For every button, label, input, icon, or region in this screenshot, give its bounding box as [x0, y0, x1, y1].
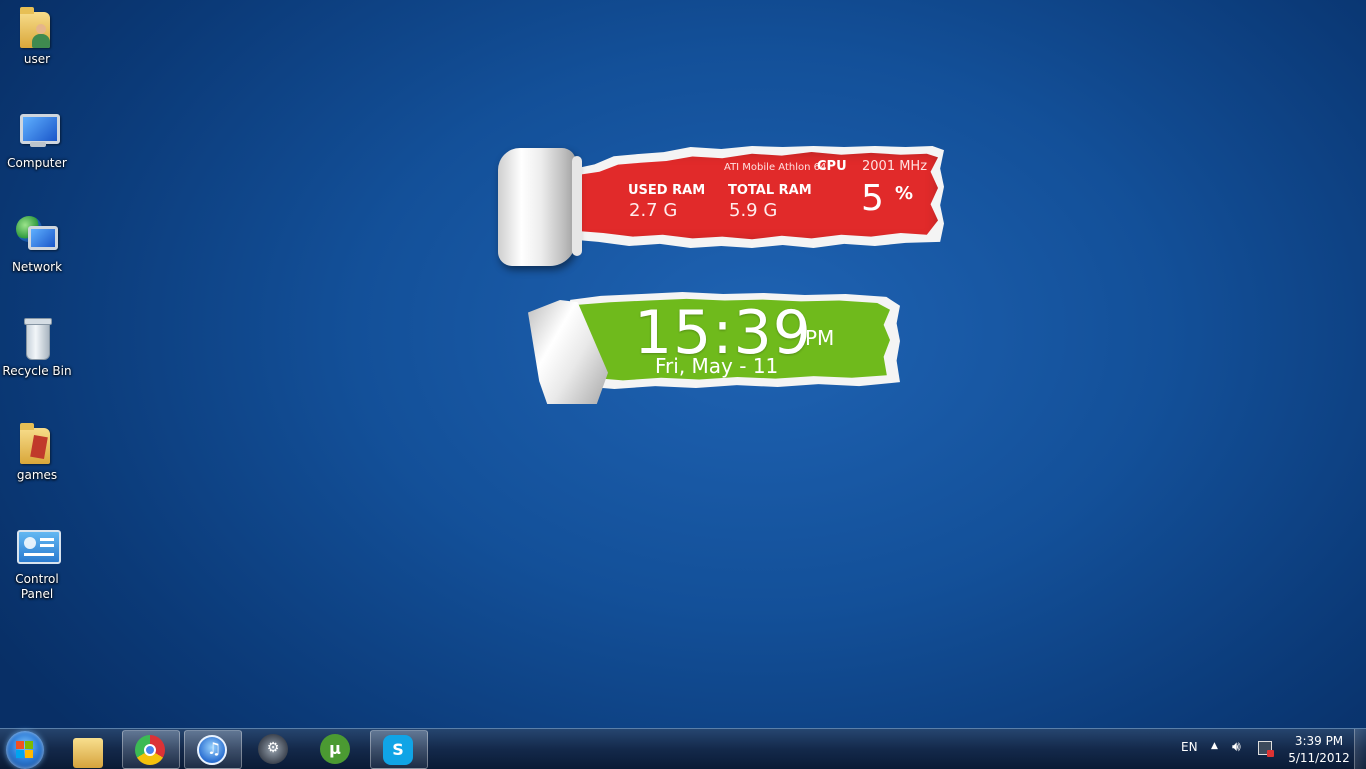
- cpu-usage-value: 5: [861, 178, 884, 219]
- clock-date: Fri, May - 11: [655, 354, 779, 378]
- desktop-icon-control-panel[interactable]: Control Panel: [2, 526, 72, 602]
- used-ram-value: 2.7 G: [629, 200, 678, 221]
- steam-icon: ⚙: [258, 734, 288, 764]
- desktop-icon-computer[interactable]: Computer: [2, 110, 72, 171]
- recycle-bin-icon: [16, 318, 58, 362]
- desktop-icon-label: Recycle Bin: [2, 364, 72, 378]
- windows-start-icon[interactable]: [6, 731, 44, 769]
- desktop-icon-games[interactable]: games: [2, 422, 72, 483]
- taskbar-explorer-button[interactable]: [61, 730, 117, 768]
- show-desktop-button[interactable]: [1354, 729, 1366, 769]
- tray-clock-date[interactable]: 5/11/2012: [1284, 751, 1354, 765]
- taskbar-steam-button[interactable]: ⚙: [246, 730, 302, 767]
- control-panel-icon: [16, 526, 61, 570]
- used-ram-label: USED RAM: [628, 183, 706, 198]
- taskbar-skype-button[interactable]: S: [370, 730, 428, 769]
- cpu-label: CPU: [817, 159, 847, 174]
- network-status-icon[interactable]: [1258, 741, 1274, 757]
- language-indicator[interactable]: EN: [1181, 740, 1198, 754]
- itunes-icon: ♫: [197, 735, 227, 765]
- desktop-icon-user[interactable]: user: [2, 6, 72, 67]
- network-icon: [16, 214, 58, 258]
- cpu-frequency: 2001 MHz: [862, 159, 928, 174]
- total-ram-value: 5.9 G: [729, 200, 778, 221]
- desktop-icon-recycle-bin[interactable]: Recycle Bin: [2, 318, 72, 379]
- taskbar-itunes-button[interactable]: ♫: [184, 730, 242, 769]
- desktop-icon-label: games: [16, 468, 58, 482]
- user-folder-icon: [16, 6, 58, 50]
- taskbar-utorrent-button[interactable]: µ: [308, 730, 364, 767]
- computer-icon: [16, 110, 60, 154]
- desktop-icon-network[interactable]: Network: [2, 214, 72, 275]
- folder-icon: [16, 422, 58, 466]
- cpu-name: ATI Mobile Athlon 64: [724, 162, 827, 173]
- chrome-icon: [135, 735, 165, 765]
- show-hidden-icons-arrow-icon[interactable]: ▲: [1211, 741, 1218, 751]
- taskbar-chrome-button[interactable]: [122, 730, 180, 769]
- taskbar: ♫ ⚙ µ S EN ▲ 🔊︎ 3:39 PM 5/11/2012: [0, 728, 1366, 769]
- tray-clock-time[interactable]: 3:39 PM: [1284, 734, 1354, 748]
- desktop-icon-label: Computer: [7, 156, 67, 170]
- desktop-icon-label: Network: [11, 260, 63, 274]
- folder-icon: [73, 738, 103, 768]
- utorrent-icon: µ: [320, 734, 350, 764]
- paper-roll-graphic: [498, 148, 582, 266]
- total-ram-label: TOTAL RAM: [728, 183, 812, 198]
- cpu-usage-unit: %: [895, 183, 914, 204]
- skype-icon: S: [383, 735, 413, 765]
- volume-icon[interactable]: 🔊︎: [1232, 739, 1241, 755]
- clock-ampm: PM: [805, 326, 835, 350]
- desktop-icon-label: user: [23, 52, 51, 66]
- desktop: user Computer Network Recycle Bin games …: [0, 0, 1366, 728]
- desktop-icon-label: Control Panel: [15, 572, 59, 601]
